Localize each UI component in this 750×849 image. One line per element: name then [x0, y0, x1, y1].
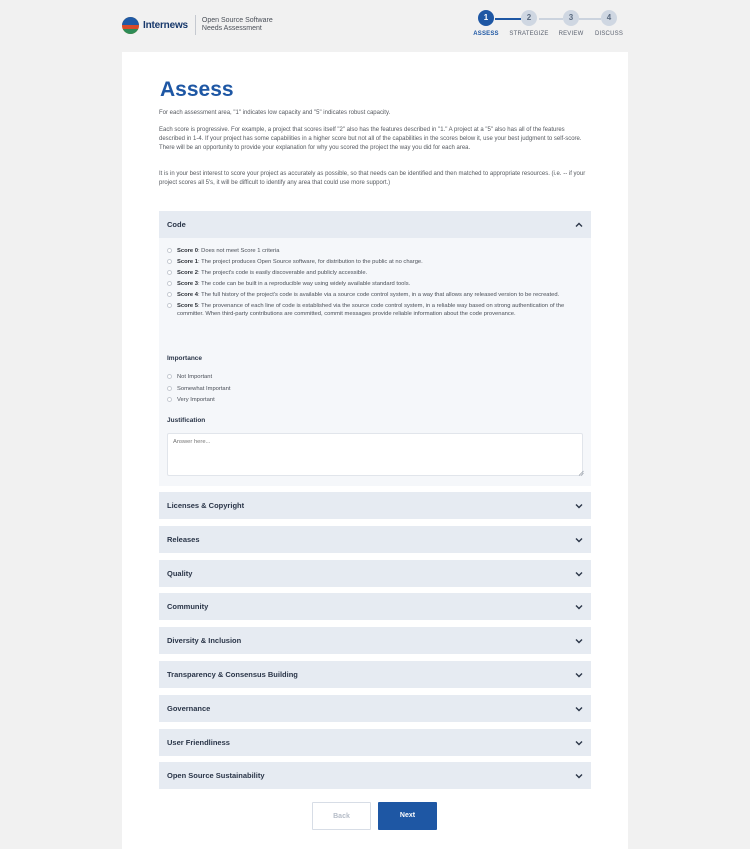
radio-button[interactable]: [167, 303, 172, 308]
chevron-up-icon: [574, 220, 584, 230]
chevron-down-icon: [574, 771, 584, 781]
chevron-down-icon: [574, 670, 584, 680]
step-strategize[interactable]: 2 STRATEGIZE: [509, 10, 549, 37]
radio-button[interactable]: [167, 292, 172, 297]
importance-very-important[interactable]: Very Important: [167, 396, 231, 404]
accordion-title: Transparency & Consensus Building: [167, 670, 298, 679]
intro-paragraph-1: For each assessment area, "1" indicates …: [159, 110, 391, 116]
step-review[interactable]: 3 REVIEW: [551, 10, 591, 37]
justification-input[interactable]: [167, 433, 583, 476]
accordion-header-code[interactable]: Code: [159, 211, 591, 238]
accordion-title: User Friendliness: [167, 738, 230, 747]
radio-button[interactable]: [167, 397, 172, 402]
accordion-title: Licenses & Copyright: [167, 501, 245, 510]
chevron-down-icon: [574, 704, 584, 714]
accordion-licenses-copyright[interactable]: Licenses & Copyright: [159, 492, 591, 519]
radio-button[interactable]: [167, 281, 172, 286]
score-option-0[interactable]: Score 0: Does not meet Score 1 criteria: [167, 247, 585, 255]
score-option-2[interactable]: Score 2: The project's code is easily di…: [167, 269, 585, 277]
accordion-open-source-sustainability[interactable]: Open Source Sustainability: [159, 762, 591, 789]
step-number: 2: [521, 10, 537, 26]
step-label: DISCUSS: [594, 31, 624, 37]
step-assess[interactable]: 1 ASSESS: [466, 10, 506, 37]
radio-button[interactable]: [167, 374, 172, 379]
accordion-transparency-consensus[interactable]: Transparency & Consensus Building: [159, 661, 591, 688]
next-button[interactable]: Next: [378, 802, 437, 830]
resize-handle-icon[interactable]: [578, 470, 584, 476]
chevron-down-icon: [574, 738, 584, 748]
accordion-title: Diversity & Inclusion: [167, 636, 242, 645]
progress-stepper: 1 ASSESS 2 STRATEGIZE 3 REVIEW 4 DISCUSS: [470, 10, 630, 44]
brand-subtitle: Open Source Software Needs Assessment: [201, 17, 273, 32]
step-label: STRATEGIZE: [509, 31, 549, 37]
importance-not-important[interactable]: Not Important: [167, 373, 231, 381]
chevron-down-icon: [574, 602, 584, 612]
chevron-down-icon: [574, 636, 584, 646]
accordion-community[interactable]: Community: [159, 593, 591, 620]
chevron-down-icon: [574, 501, 584, 511]
accordion-releases[interactable]: Releases: [159, 526, 591, 553]
logo-divider: [194, 15, 196, 35]
accordion-user-friendliness[interactable]: User Friendliness: [159, 729, 591, 756]
importance-options: Not Important Somewhat Important Very Im…: [167, 373, 231, 408]
accordion-title: Quality: [167, 569, 193, 578]
intro-paragraph-3: It is in your best interest to score you…: [159, 171, 586, 186]
accordion-title: Governance: [167, 704, 211, 713]
intro-paragraph-2: Each score is progressive. For example, …: [159, 127, 582, 151]
score-option-1[interactable]: Score 1: The project produces Open Sourc…: [167, 258, 585, 266]
step-number: 1: [478, 10, 494, 26]
assessment-card: Assess For each assessment area, "1" ind…: [122, 52, 628, 849]
accordion-diversity-inclusion[interactable]: Diversity & Inclusion: [159, 627, 591, 654]
brand-logo[interactable]: Internews Open Source Software Needs Ass…: [122, 15, 292, 35]
score-option-4[interactable]: Score 4: The full history of the project…: [167, 291, 585, 299]
accordion-title: Community: [167, 602, 209, 611]
chevron-down-icon: [574, 569, 584, 579]
brand-name: Internews: [143, 19, 188, 31]
radio-button[interactable]: [167, 248, 172, 253]
step-number: 4: [601, 10, 617, 26]
accordion-title: Open Source Sustainability: [167, 771, 265, 780]
score-option-3[interactable]: Score 3: The code can be built in a repr…: [167, 280, 585, 288]
step-label: ASSESS: [473, 31, 499, 37]
app-header: Internews Open Source Software Needs Ass…: [0, 0, 750, 52]
score-option-5[interactable]: Score 5: The provenance of each line of …: [167, 302, 585, 318]
accordion-quality[interactable]: Quality: [159, 560, 591, 587]
radio-button[interactable]: [167, 385, 172, 391]
step-label: REVIEW: [558, 31, 584, 37]
score-options: Score 0: Does not meet Score 1 criteria …: [167, 247, 585, 321]
importance-heading: Importance: [167, 355, 203, 362]
chevron-down-icon: [574, 535, 584, 545]
internews-globe-icon: [122, 16, 139, 34]
accordion-title: Code: [167, 220, 186, 229]
accordion-title: Releases: [167, 535, 200, 544]
importance-somewhat-important[interactable]: Somewhat Important: [167, 385, 231, 393]
justification-heading: Justification: [167, 417, 206, 424]
accordion-governance[interactable]: Governance: [159, 695, 591, 722]
accordion-code: Code Score 0: Does not meet Score 1 crit…: [159, 211, 591, 486]
radio-button[interactable]: [167, 259, 172, 264]
page-title: Assess: [160, 78, 234, 101]
radio-button[interactable]: [167, 270, 172, 275]
back-button[interactable]: Back: [312, 802, 371, 830]
step-number: 3: [563, 10, 579, 26]
step-discuss[interactable]: 4 DISCUSS: [589, 10, 629, 37]
